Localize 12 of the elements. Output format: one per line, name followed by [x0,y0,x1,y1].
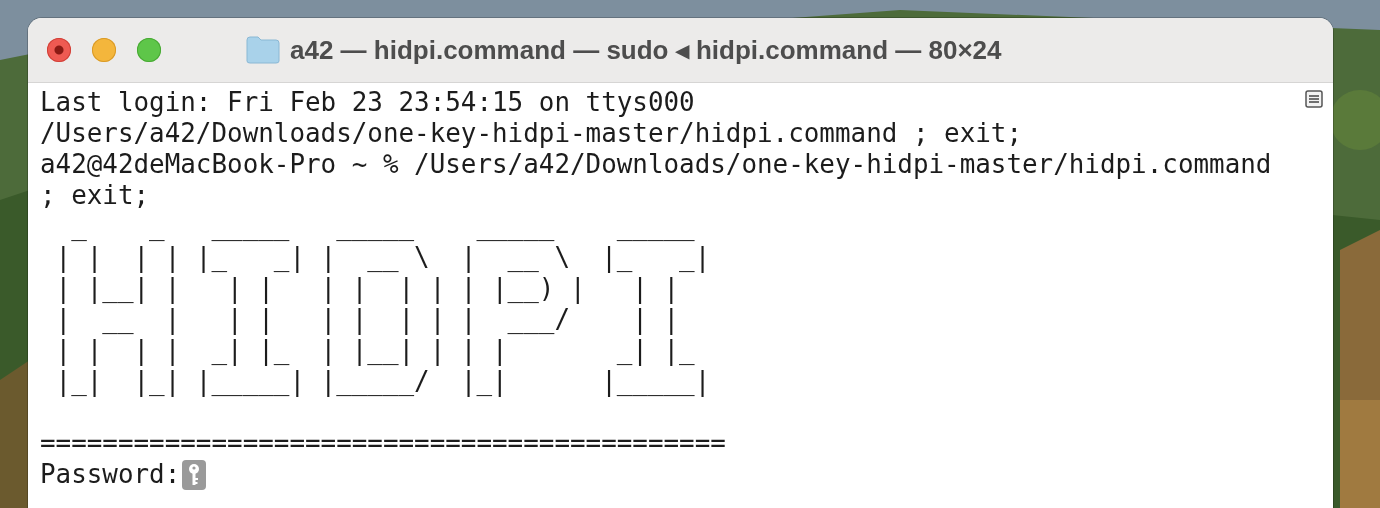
separator-line: ============================================ [40,428,726,459]
terminal-line: Last login: Fri Feb 23 23:54:15 on ttys000 [40,87,695,118]
ascii-art-text: _ _ _____ _____ _____ _____ | | | | |_ _| | __ \ | __ \ |_ _| | |__| | | | | | | | | |__) | | | | __ | | | | | | | | ___/ | | | | | | _| |_ | |__| | | | _| |_ |_| |_| |_____| |_____/ |_| |_____| [54,211,711,397]
close-button[interactable] [47,38,71,62]
terminal-line: a42@42deMacBook-Pro ~ % /Users/a42/Downloads/one-key-hidpi-master/hidpi.command [40,149,1272,180]
terminal-line: ; exit; [40,180,150,211]
folder-icon [246,36,280,64]
password-prompt: Password: [40,459,181,490]
window-title: a42 — hidpi.command — sudo ◂ hidpi.command — 80×24 [290,34,1002,66]
key-cursor-icon [182,459,207,490]
terminal-line: /Users/a42/Downloads/one-key-hidpi-master/hidpi.command ; exit; [40,118,1022,149]
marks-menu-icon[interactable] [1305,90,1323,108]
